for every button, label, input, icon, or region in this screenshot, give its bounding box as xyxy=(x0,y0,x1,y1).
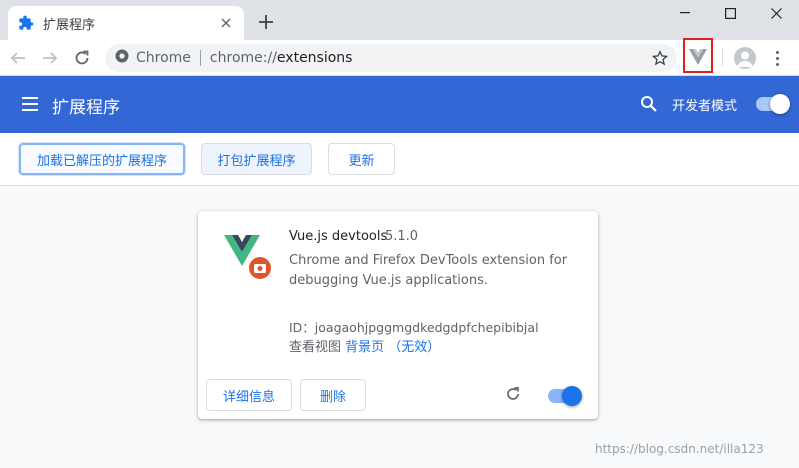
close-tab-icon[interactable] xyxy=(218,15,234,31)
action-bar: 加载已解压的扩展程序 打包扩展程序 更新 xyxy=(0,133,799,186)
watermark: https://blog.csdn.net/illa123 xyxy=(595,442,764,456)
extension-toggle-knob xyxy=(562,386,582,406)
background-page-link[interactable]: 背景页 （无效） xyxy=(345,340,440,355)
extension-name: Vue.js devtools xyxy=(289,229,388,244)
load-unpacked-button[interactable]: 加载已解压的扩展程序 xyxy=(19,143,185,175)
puzzle-icon xyxy=(18,15,34,31)
pack-extension-button[interactable]: 打包扩展程序 xyxy=(201,143,312,175)
extension-enabled-toggle[interactable] xyxy=(548,386,582,406)
reload-extension-icon[interactable] xyxy=(505,386,523,404)
extension-id: ID：joagaohjpggmgdkedgdpfchepibibjal xyxy=(289,320,539,335)
maximize-icon[interactable] xyxy=(707,0,753,26)
chrome-icon xyxy=(115,49,129,67)
browser-toolbar: Chrome chrome://extensions xyxy=(0,40,799,76)
dev-mode-label: 开发者模式 xyxy=(672,99,738,114)
extensions-header: 扩展程序 开发者模式 xyxy=(0,76,799,133)
minimize-icon[interactable] xyxy=(662,0,708,26)
search-icon[interactable] xyxy=(640,95,658,113)
details-button[interactable]: 详细信息 xyxy=(206,379,292,411)
forward-arrow-icon[interactable] xyxy=(38,46,62,70)
omnibox-site: Chrome xyxy=(136,50,191,66)
back-arrow-icon[interactable] xyxy=(6,46,30,70)
toolbar-divider xyxy=(722,48,723,66)
window-close-icon[interactable] xyxy=(753,0,799,26)
dev-mode-toggle[interactable] xyxy=(756,94,790,114)
bookmark-star-icon[interactable] xyxy=(651,49,669,67)
address-bar[interactable]: Chrome chrome://extensions xyxy=(105,44,677,72)
update-button[interactable]: 更新 xyxy=(328,143,395,175)
page-title: 扩展程序 xyxy=(52,98,120,118)
omnibox-divider xyxy=(199,50,201,66)
extension-card: Vue.js devtools 5.1.0 Chrome and Firefox… xyxy=(198,211,598,419)
reload-icon[interactable] xyxy=(70,46,94,70)
tab-extensions[interactable]: 扩展程序 xyxy=(8,6,244,40)
dev-mode-toggle-knob xyxy=(770,94,790,114)
tab-strip: 扩展程序 xyxy=(0,0,799,40)
extension-version: 5.1.0 xyxy=(385,229,419,244)
avatar[interactable] xyxy=(734,47,756,69)
kebab-menu-icon[interactable] xyxy=(770,48,784,68)
inspect-views-label: 查看视图 xyxy=(289,340,342,355)
inspect-views: 查看视图 背景页 （无效） xyxy=(289,336,440,355)
vue-devtools-extension-icon[interactable] xyxy=(688,47,708,67)
new-tab-icon[interactable] xyxy=(255,11,277,33)
tab-title: 扩展程序 xyxy=(43,17,96,33)
vue-logo-icon xyxy=(224,233,272,281)
remove-button[interactable]: 删除 xyxy=(300,379,366,411)
omnibox-url: chrome://extensions xyxy=(209,50,353,66)
hamburger-menu-icon[interactable] xyxy=(22,97,38,111)
extension-description: Chrome and Firefox DevTools extension fo… xyxy=(289,253,568,288)
